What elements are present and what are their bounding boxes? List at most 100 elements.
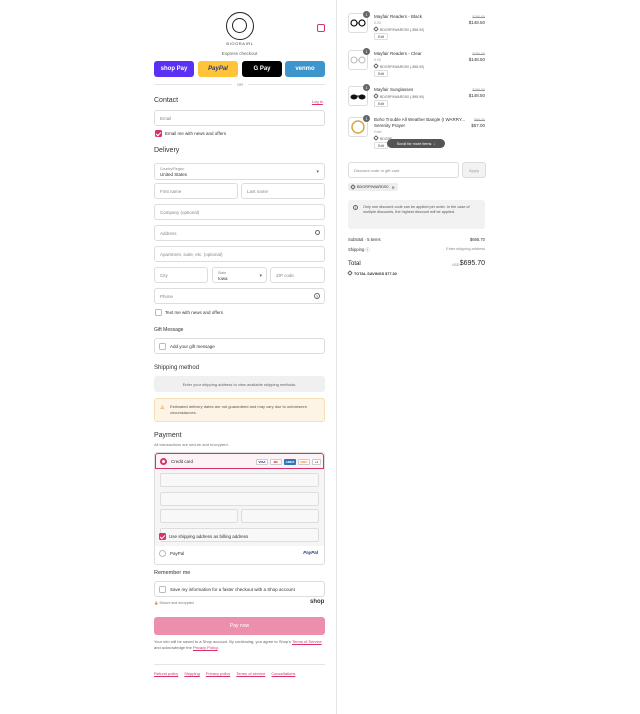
last-name-field[interactable]: Last name xyxy=(241,183,325,199)
paypal-button[interactable]: PayPal xyxy=(198,61,238,77)
item-quantity-badge: 1 xyxy=(363,84,370,91)
item-name: Mayfair Readers - Clear xyxy=(374,51,422,56)
paypal-logo: PayPal xyxy=(303,550,318,555)
gift-message-box[interactable]: Add your gift message xyxy=(154,338,325,354)
cart-bag-icon[interactable] xyxy=(317,24,325,32)
item-price: $57.00 xyxy=(471,123,485,128)
remember-me-checkbox[interactable] xyxy=(159,586,166,593)
tag-icon xyxy=(347,270,353,276)
expiration-field[interactable] xyxy=(160,492,319,506)
item-quantity-badge: 1 xyxy=(363,11,370,18)
item-original-price: $180.00 xyxy=(472,15,485,19)
remember-me-box[interactable]: Save my information for a faster checkou… xyxy=(154,581,325,597)
mastercard-icon: MC xyxy=(270,459,282,465)
total-value: $695.70 xyxy=(459,260,485,267)
shipping-method-heading: Shipping method xyxy=(154,365,200,371)
item-edit-button[interactable]: Edit xyxy=(374,100,388,107)
item-edit-button[interactable]: Edit xyxy=(374,33,388,40)
discover-icon: DISC xyxy=(298,459,310,465)
company-field[interactable]: Company (optional) xyxy=(154,204,325,220)
name-on-card-field[interactable] xyxy=(241,509,319,523)
billing-same-checkbox[interactable] xyxy=(159,533,166,540)
email-news-checkbox[interactable] xyxy=(155,130,162,137)
security-code-field[interactable] xyxy=(160,509,238,523)
payment-subtext: All transactions are secure and encrypte… xyxy=(154,442,229,447)
remember-me-heading: Remember me xyxy=(154,570,191,576)
arrow-down-icon: ↓ xyxy=(433,141,436,146)
discount-code-input[interactable]: Discount code or gift card xyxy=(348,162,459,178)
lock-icon: 🔒 xyxy=(154,601,159,605)
phone-field[interactable]: Phone ? xyxy=(154,288,325,304)
address-field[interactable]: Address xyxy=(154,225,325,241)
info-icon: i xyxy=(353,205,358,210)
payment-options: Credit card VISA MC AMEX DISC +4 Use shi… xyxy=(154,452,325,565)
venmo-button[interactable]: venmo xyxy=(285,61,325,77)
chevron-down-icon: ▾ xyxy=(316,169,319,175)
item-price: $148.50 xyxy=(468,57,485,62)
refund-policy-link[interactable]: Refund policy xyxy=(154,671,178,676)
email-field[interactable]: Email xyxy=(154,110,325,126)
item-thumbnail: 1 xyxy=(348,11,370,33)
item-original-price: $95.00 xyxy=(474,118,485,122)
item-thumbnail: 1 xyxy=(348,115,370,137)
item-edit-button[interactable]: Edit xyxy=(374,70,388,77)
paypal-option-label[interactable]: PayPal xyxy=(170,551,184,556)
card-number-field[interactable] xyxy=(160,473,319,487)
item-discount: BDGRF9WARDS0 (-$98.90) xyxy=(373,93,424,99)
legal-text: Your info will be saved to a Shop accoun… xyxy=(154,639,322,650)
terms-link[interactable]: Terms of Service xyxy=(292,639,322,644)
gift-message-checkbox[interactable] xyxy=(159,343,166,350)
apartment-field[interactable]: Apartment, suite, etc. (optional) xyxy=(154,246,325,262)
brand-logo[interactable] xyxy=(226,12,254,40)
tag-icon xyxy=(373,135,379,141)
warning-icon: ⚠ xyxy=(160,405,165,411)
country-select[interactable]: Country/Region United States ▾ xyxy=(154,163,325,180)
terms-of-service-link[interactable]: Terms of service xyxy=(236,671,265,676)
search-icon xyxy=(315,230,320,235)
scroll-more-items-pill[interactable]: Scroll for more items ↓ xyxy=(387,139,445,148)
order-summary-column xyxy=(336,0,640,714)
discount-notice: i Only one discount code can be applied … xyxy=(348,200,485,229)
close-icon[interactable]: ✕ xyxy=(392,185,395,190)
google-pay-button[interactable]: G Pay xyxy=(242,61,282,77)
shop-logo: shop xyxy=(310,599,325,605)
state-select[interactable]: State Iowa ▾ xyxy=(212,267,267,283)
item-quantity-badge: 1 xyxy=(363,115,370,122)
first-name-field[interactable]: First name xyxy=(154,183,238,199)
credit-card-option[interactable]: Credit card VISA MC AMEX DISC +4 xyxy=(155,453,324,469)
text-offers-checkbox[interactable] xyxy=(155,309,162,316)
tag-icon xyxy=(373,26,379,32)
privacy-link[interactable]: Privacy Policy xyxy=(193,645,218,650)
city-field[interactable]: City xyxy=(154,267,208,283)
or-text: OR xyxy=(232,82,248,87)
billing-same-label: Use shipping address as billing address xyxy=(169,534,249,539)
help-icon: ⓘ xyxy=(365,247,370,252)
footer-links: Refund policy Shipping Privacy policy Te… xyxy=(154,671,334,676)
pay-now-button[interactable]: Pay now xyxy=(154,617,325,635)
gift-message-heading: Gift Message xyxy=(154,327,184,333)
item-edit-button[interactable]: Edit xyxy=(374,142,388,149)
shipping-label: Shipping ⓘ xyxy=(348,247,370,252)
credit-card-radio[interactable] xyxy=(160,458,167,465)
total-label: Total xyxy=(348,261,361,267)
item-name: Mayfair Readers - Black xyxy=(374,14,423,19)
zip-field[interactable]: ZIP code xyxy=(270,267,325,283)
privacy-policy-link[interactable]: Privacy policy xyxy=(206,671,230,676)
delivery-notice: ⚠ Estimated delivery dates are not guara… xyxy=(154,398,325,422)
contact-heading: Contact xyxy=(154,97,179,104)
paypal-radio[interactable] xyxy=(159,550,166,557)
shipping-policy-link[interactable]: Shipping xyxy=(184,671,200,676)
delivery-heading: Delivery xyxy=(154,147,180,154)
item-thumbnail: 1 xyxy=(348,84,370,106)
item-variant: 0.00 xyxy=(374,58,381,62)
apply-discount-button[interactable]: Apply xyxy=(462,162,486,178)
text-offers-label: Text me with news and offers xyxy=(165,310,223,315)
subtotal-label: Subtotal · 5 items xyxy=(348,237,381,242)
help-icon[interactable]: ? xyxy=(314,293,320,299)
shop-pay-button[interactable]: shop Pay xyxy=(154,61,194,77)
login-link[interactable]: Log in xyxy=(312,99,323,104)
gift-message-label: Add your gift message xyxy=(170,344,215,349)
shipping-placeholder: Enter your shipping address to view avai… xyxy=(154,376,325,392)
cancellations-link[interactable]: Cancellations xyxy=(271,671,295,676)
email-news-label: Email me with news and offers xyxy=(165,131,226,136)
